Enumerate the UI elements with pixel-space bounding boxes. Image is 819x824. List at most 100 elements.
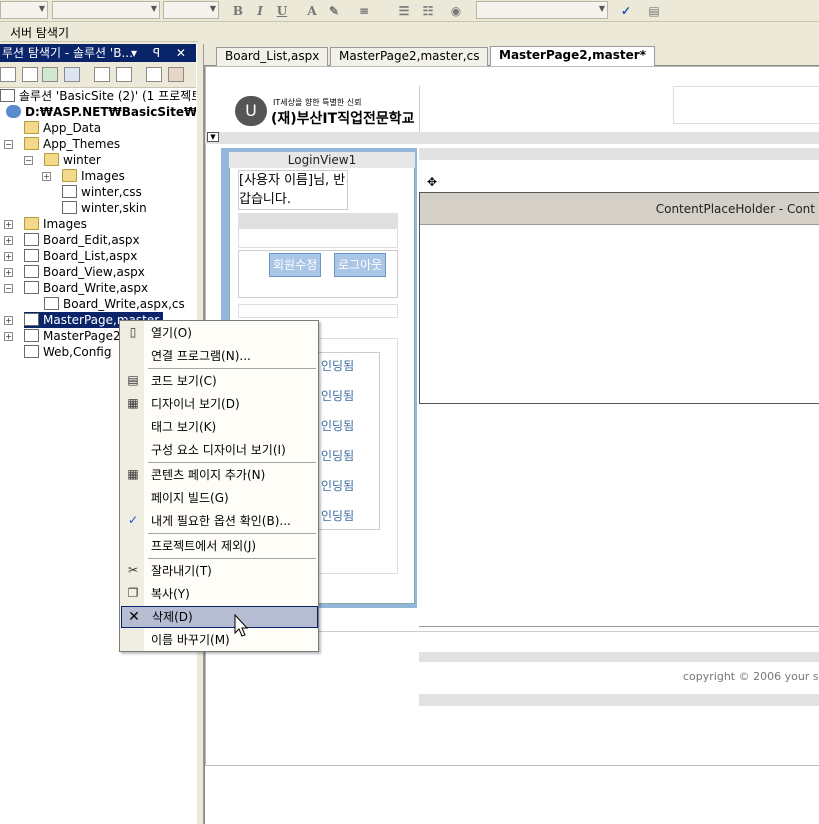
tree-node-board-view[interactable]: Board_View,aspx bbox=[24, 264, 145, 280]
collapse-icon[interactable]: − bbox=[4, 140, 13, 149]
tree-node-winter[interactable]: winter bbox=[44, 152, 101, 168]
menu-item-delete[interactable]: ✕ 삭제(D) bbox=[121, 606, 318, 628]
properties-icon[interactable] bbox=[0, 67, 16, 82]
font-combo[interactable]: ▼ bbox=[52, 1, 160, 19]
menu-link[interactable]: 인딩됨 bbox=[321, 507, 354, 524]
tree-node-theme-images[interactable]: Images bbox=[62, 168, 125, 184]
tree-node-masterpage2[interactable]: MasterPage2 bbox=[24, 328, 121, 344]
tree-node-web-config[interactable]: Web,Config bbox=[24, 344, 111, 360]
expand-icon[interactable]: + bbox=[4, 332, 13, 341]
menu-link[interactable]: 인딩됨 bbox=[321, 357, 354, 374]
server-explorer-tab[interactable]: 서버 탐색기 bbox=[0, 22, 198, 42]
asp-config-icon[interactable] bbox=[168, 67, 184, 82]
tree-node-app-data[interactable]: App_Data bbox=[24, 120, 101, 136]
italic-icon[interactable]: I bbox=[250, 2, 270, 20]
expand-icon[interactable]: + bbox=[4, 252, 13, 261]
expand-icon[interactable]: + bbox=[4, 268, 13, 277]
aspx-file-icon bbox=[24, 233, 39, 246]
bold-icon[interactable]: B bbox=[228, 2, 248, 20]
expand-icon[interactable]: + bbox=[42, 172, 51, 181]
more-tools-icon[interactable]: ▤ bbox=[644, 2, 664, 20]
skin-file-icon bbox=[62, 201, 77, 214]
highlight-icon[interactable]: ✎ bbox=[324, 2, 344, 20]
expand-icon[interactable]: + bbox=[4, 220, 13, 229]
menu-item-component-designer[interactable]: 구성 요소 디자이너 보기(I) bbox=[121, 439, 318, 461]
menu-item-open-with[interactable]: 연결 프로그램(N)... bbox=[121, 345, 318, 367]
numbering-icon[interactable]: ☷ bbox=[418, 2, 438, 20]
font-color-icon[interactable]: A bbox=[302, 2, 322, 20]
menu-item-view-designer[interactable]: ▦ 디자이너 보기(D) bbox=[121, 393, 318, 415]
menu-item-open[interactable]: ▯ 열기(O) bbox=[121, 322, 318, 344]
menu-separator bbox=[148, 533, 316, 534]
tree-node-winter-css[interactable]: winter,css bbox=[62, 184, 142, 200]
tree-node-project[interactable]: D:₩ASP.NET₩BasicSite₩ bbox=[6, 104, 196, 120]
edit-member-button[interactable]: 회원수정 bbox=[269, 253, 322, 277]
tree-node-solution[interactable]: 솔루션 'BasicSite (2)' (1 프로젝트) bbox=[0, 88, 196, 104]
link-icon[interactable]: ◉ bbox=[446, 2, 466, 20]
bullets-icon[interactable]: ☰ bbox=[394, 2, 414, 20]
block-format-combo[interactable]: ▼ bbox=[476, 1, 608, 19]
collapse-icon[interactable]: − bbox=[4, 284, 13, 293]
menu-item-cut[interactable]: ✂ 잘라내기(T) bbox=[121, 560, 318, 582]
footer-band bbox=[419, 694, 819, 706]
expand-icon[interactable]: + bbox=[4, 316, 13, 325]
tree-node-board-write[interactable]: Board_Write,aspx bbox=[24, 280, 148, 296]
tree-node-board-edit[interactable]: Board_Edit,aspx bbox=[24, 232, 140, 248]
view-designer-icon[interactable] bbox=[116, 67, 132, 82]
view-code-icon[interactable] bbox=[94, 67, 110, 82]
menu-link[interactable]: 인딩됨 bbox=[321, 447, 354, 464]
divider bbox=[419, 86, 420, 132]
header-band bbox=[205, 132, 819, 144]
nest-icon[interactable] bbox=[64, 67, 80, 82]
content-band bbox=[419, 148, 819, 160]
menu-item-copy[interactable]: ❐ 복사(Y) bbox=[121, 583, 318, 605]
menu-separator bbox=[148, 368, 316, 369]
align-icon[interactable]: ≡ bbox=[354, 2, 374, 20]
menu-item-build-page[interactable]: 페이지 빌드(G) bbox=[121, 487, 318, 509]
website-icon bbox=[6, 105, 21, 118]
tab-masterpage2-master[interactable]: MasterPage2,master* bbox=[490, 46, 655, 67]
solution-icon bbox=[0, 89, 15, 102]
show-all-icon[interactable] bbox=[22, 67, 38, 82]
style-combo[interactable]: ▼ bbox=[0, 1, 48, 19]
aspx-file-icon bbox=[24, 281, 39, 294]
logout-button[interactable]: 로그아웃 bbox=[334, 253, 387, 277]
aspx-file-icon bbox=[24, 249, 39, 262]
menu-item-add-content-page[interactable]: ▦ 콘텐츠 페이지 추가(N) bbox=[121, 464, 318, 486]
copy-website-icon[interactable] bbox=[146, 67, 162, 82]
content-placeholder[interactable]: ContentPlaceHolder - Cont bbox=[419, 192, 819, 404]
menu-item-exclude-project[interactable]: 프로젝트에서 제외(J) bbox=[121, 535, 318, 557]
move-handle-icon[interactable]: ✥ bbox=[427, 176, 439, 188]
tree-node-app-themes[interactable]: App_Themes bbox=[24, 136, 120, 152]
folder-icon bbox=[24, 217, 39, 230]
underline-icon[interactable]: U bbox=[272, 2, 292, 20]
copy-icon: ❐ bbox=[127, 586, 139, 600]
tab-board-list[interactable]: Board_List,aspx bbox=[216, 47, 329, 66]
tree-node-board-list[interactable]: Board_List,aspx bbox=[24, 248, 137, 264]
accessibility-icon[interactable]: ✓ bbox=[616, 2, 636, 20]
css-file-icon bbox=[62, 185, 77, 198]
folder-icon bbox=[62, 169, 77, 182]
menu-link[interactable]: 인딩됨 bbox=[321, 387, 354, 404]
size-combo[interactable]: ▼ bbox=[163, 1, 219, 19]
menu-item-view-markup[interactable]: 태그 보기(K) bbox=[121, 416, 318, 438]
tab-masterpage2-cs[interactable]: MasterPage2,master,cs bbox=[330, 47, 489, 66]
menu-item-rename[interactable]: 이름 바꾸기(M) bbox=[121, 629, 318, 651]
refresh-icon[interactable] bbox=[42, 67, 58, 82]
window-buttons[interactable]: ▾ ꟼ ✕ bbox=[131, 44, 192, 62]
menu-item-check-accessibility[interactable]: ✓ 내게 필요한 옵션 확인(B)... bbox=[121, 510, 318, 532]
expand-icon[interactable]: + bbox=[4, 236, 13, 245]
school-logo-icon: U bbox=[235, 96, 267, 126]
menu-item-view-code[interactable]: ▤ 코드 보기(C) bbox=[121, 370, 318, 392]
code-icon: ▤ bbox=[127, 373, 139, 387]
tree-node-board-write-cs[interactable]: Board_Write,aspx,cs bbox=[44, 296, 185, 312]
context-menu: ▯ 열기(O) 연결 프로그램(N)... ▤ 코드 보기(C) ▦ 디자이너 보기(… bbox=[119, 320, 319, 652]
check-icon: ✓ bbox=[127, 513, 139, 527]
folder-icon bbox=[24, 121, 39, 134]
dropdown-glyph-icon[interactable]: ▼ bbox=[207, 132, 219, 142]
menu-link[interactable]: 인딩됨 bbox=[321, 477, 354, 494]
tree-node-images[interactable]: Images bbox=[24, 216, 87, 232]
collapse-icon[interactable]: − bbox=[24, 156, 33, 165]
tree-node-winter-skin[interactable]: winter,skin bbox=[62, 200, 147, 216]
menu-link[interactable]: 인딩됨 bbox=[321, 417, 354, 434]
